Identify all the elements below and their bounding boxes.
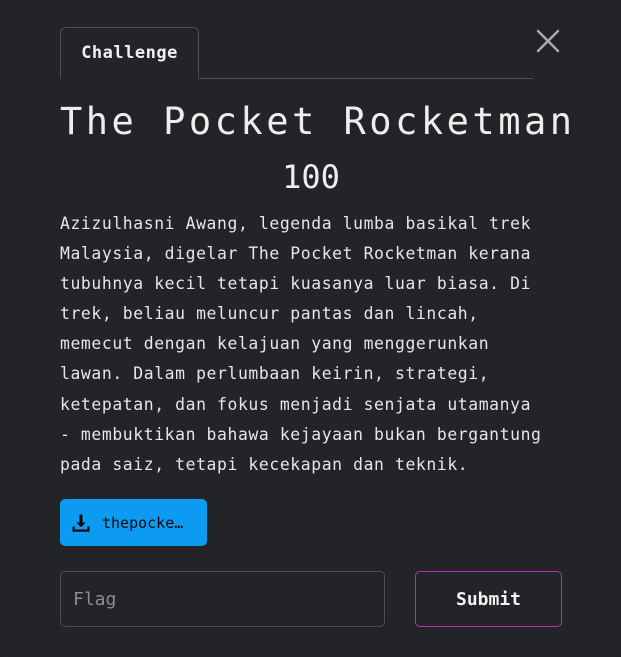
tab-challenge[interactable]: Challenge — [60, 27, 199, 79]
close-icon — [536, 29, 560, 53]
download-icon — [71, 513, 91, 533]
close-button[interactable] — [536, 29, 560, 53]
submit-button[interactable]: Submit — [415, 571, 562, 627]
description-line: lawan. Dalam perlumbaan keirin, strategi… — [60, 364, 490, 384]
file-name-label: thepocke… — [102, 513, 184, 532]
challenge-modal: Challenge The Pocket Rocketman 100 Azizu… — [0, 0, 621, 657]
description-line: memecut dengan kelajuan yang menggerunka… — [60, 334, 490, 354]
description-line: trek, beliau meluncur pantas dan lincah, — [60, 304, 479, 324]
description-line: Malaysia, digelar The Pocket Rocketman k… — [60, 244, 532, 264]
description-line: tubuhnya kecil tetapi kuasanya luar bias… — [60, 274, 532, 294]
description-line: ketepatan, dan fokus menjadi senjata uta… — [60, 394, 532, 414]
description-line: pada saiz, tetapi kecekapan dan teknik. — [60, 454, 469, 474]
flag-input[interactable] — [60, 571, 385, 627]
challenge-description: Azizulhasni Awang, legenda lumba basikal… — [60, 209, 562, 480]
description-line: - membuktikan bahawa kejayaan bukan berg… — [60, 424, 542, 444]
challenge-title: The Pocket Rocketman — [60, 100, 576, 143]
challenge-points: 100 — [282, 158, 340, 196]
description-line: Azizulhasni Awang, legenda lumba basikal… — [60, 214, 532, 233]
file-download-button[interactable]: thepocke… — [60, 499, 207, 546]
tab-bar: Challenge — [60, 27, 533, 79]
